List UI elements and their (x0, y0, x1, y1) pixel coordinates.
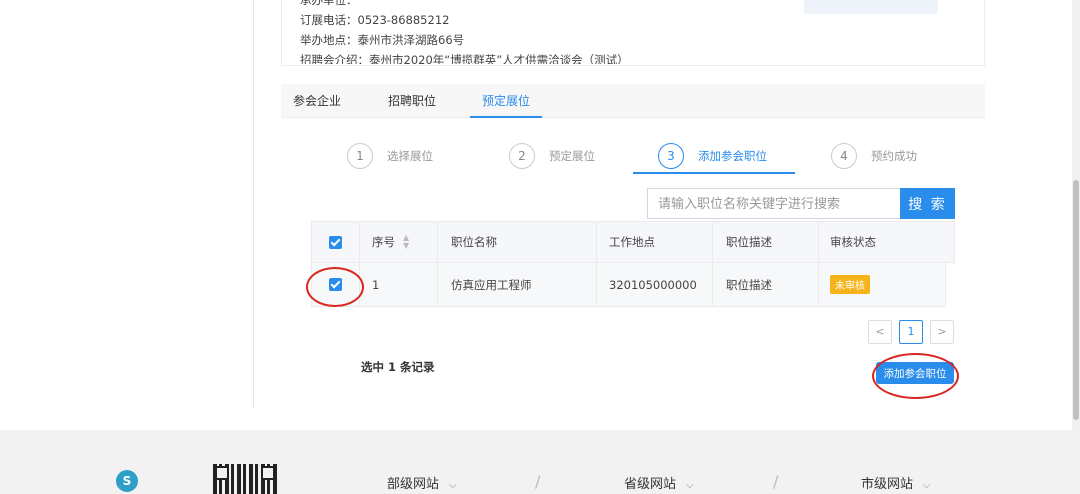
header-index-label: 序号 (372, 235, 395, 249)
step-2-label: 预定展位 (549, 149, 595, 163)
content-left-border (253, 0, 254, 408)
step-2-number: 2 (509, 143, 535, 169)
column-divider (437, 263, 438, 306)
row-index: 1 (372, 277, 380, 292)
info-action-button[interactable] (804, 0, 938, 14)
footer-link-label: 省级网站 (624, 477, 677, 492)
step-2: 2 预定展位 (509, 139, 595, 173)
footer-separator: / (773, 472, 779, 491)
footer: S 部级网站 ⌵ / 省级网站 ⌵ / 市级网站 ⌵ (0, 430, 1080, 494)
footer-link-province[interactable]: 省级网站 ⌵ (624, 473, 694, 492)
step-3-number: 3 (658, 143, 684, 169)
select-all-checkbox[interactable] (329, 235, 342, 249)
tab-booth-booking[interactable]: 预定展位 (470, 84, 543, 118)
step-1-label: 选择展位 (387, 149, 433, 163)
column-divider (712, 222, 713, 262)
annotation-circle-add-button (872, 353, 959, 399)
pagination-prev[interactable]: < (868, 320, 892, 344)
column-divider (596, 222, 597, 262)
page-scrollbar[interactable] (1072, 0, 1080, 430)
row-location: 320105000000 (609, 277, 697, 292)
job-fair-info: 承办单位： 订展电话：0523-86885212 举办地点：泰州市洪泽湖路66号… (281, 0, 985, 66)
info-intro: 招聘会介绍：泰州市2020年“博揽群英”人才供需洽谈会（测试） (300, 53, 629, 64)
row-job-name: 仿真应用工程师 (451, 277, 532, 292)
tab-bar: 参会企业 招聘职位 预定展位 (281, 84, 985, 118)
info-organizer: 承办单位： (300, 0, 358, 7)
step-3: 3 添加参会职位 (658, 139, 767, 173)
chevron-down-icon: ⌵ (449, 480, 457, 491)
header-description: 职位描述 (726, 235, 772, 249)
search-button[interactable]: 搜 索 (900, 188, 955, 219)
column-divider (818, 222, 819, 262)
step-4-label: 预约成功 (871, 149, 917, 163)
annotation-circle-checkbox (306, 267, 364, 307)
tab-jobs[interactable]: 招聘职位 (388, 84, 436, 118)
step-4: 4 预约成功 (831, 139, 917, 173)
footer-link-city[interactable]: 市级网站 ⌵ (861, 473, 931, 492)
header-location: 工作地点 (609, 235, 655, 249)
row-status-cell: 未审核 (830, 263, 870, 306)
table-header: 序号 ▲ ▼ 职位名称 工作地点 职位描述 审核状态 (311, 221, 955, 263)
header-checkbox-cell[interactable] (329, 222, 342, 262)
footer-separator: / (535, 472, 541, 491)
job-search-input[interactable] (647, 188, 900, 219)
header-review-status: 审核状态 (830, 235, 876, 249)
scrollbar-thumb[interactable] (1073, 180, 1079, 420)
footer-logo: S (116, 470, 138, 492)
footer-link-ministry[interactable]: 部级网站 ⌵ (387, 473, 457, 492)
qr-code-icon (213, 464, 277, 494)
step-4-number: 4 (831, 143, 857, 169)
column-divider (437, 222, 438, 262)
sort-icon[interactable]: ▲ ▼ (403, 234, 409, 250)
info-address: 举办地点：泰州市洪泽湖路66号 (300, 33, 465, 47)
step-1-number: 1 (347, 143, 373, 169)
header-index[interactable]: 序号 ▲ ▼ (372, 222, 409, 262)
column-divider (359, 222, 360, 262)
column-divider (596, 263, 597, 306)
row-description: 职位描述 (726, 277, 772, 292)
active-step-underline (633, 172, 795, 174)
footer-link-label: 市级网站 (861, 477, 914, 492)
chevron-down-icon: ⌵ (923, 480, 931, 491)
info-phone: 订展电话：0523-86885212 (300, 13, 450, 27)
step-1: 1 选择展位 (347, 139, 433, 173)
selected-count: 选中 1 条记录 (361, 360, 435, 374)
tab-companies[interactable]: 参会企业 (293, 84, 341, 118)
page: 承办单位： 订展电话：0523-86885212 举办地点：泰州市洪泽湖路66号… (0, 0, 1080, 494)
table-row[interactable]: 1 仿真应用工程师 320105000000 职位描述 未审核 (311, 263, 946, 307)
step-3-label: 添加参会职位 (698, 149, 767, 163)
column-divider (712, 263, 713, 306)
chevron-down-icon: ⌵ (686, 480, 694, 491)
footer-link-label: 部级网站 (387, 477, 440, 492)
status-badge: 未审核 (830, 275, 870, 294)
header-job-name: 职位名称 (451, 235, 497, 249)
pagination-page-1[interactable]: 1 (899, 320, 923, 344)
pagination-next[interactable]: > (930, 320, 954, 344)
column-divider (818, 263, 819, 306)
